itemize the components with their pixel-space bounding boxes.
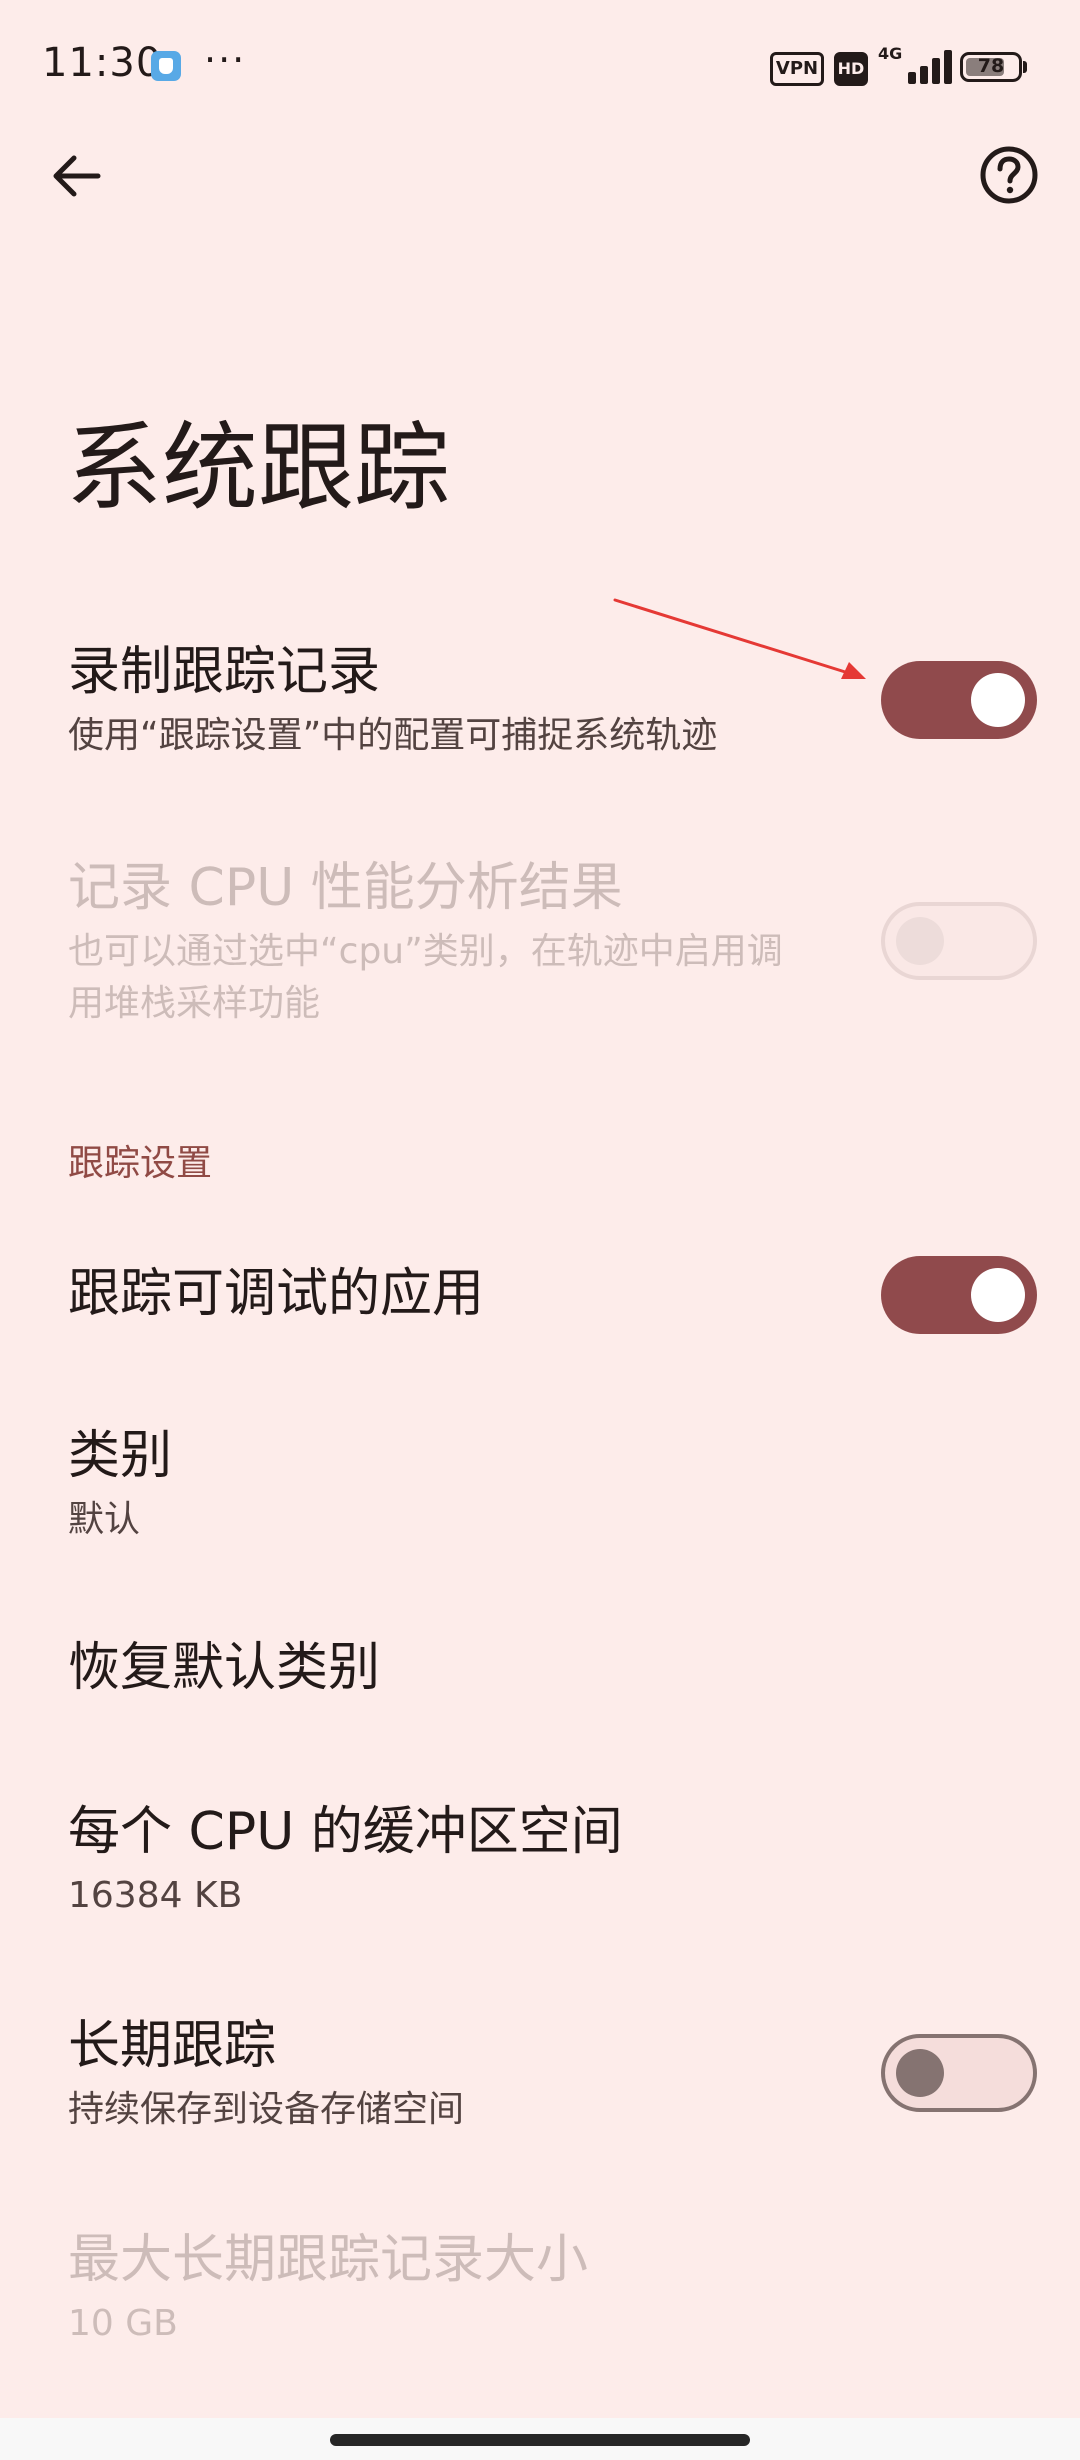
long-traces-summary: 持续保存到设备存储空间 (68, 2089, 465, 2130)
status-time: 11:30 (42, 40, 163, 86)
categories-title[interactable]: 类别 (68, 1424, 172, 1488)
record-trace-title: 录制跟踪记录 (68, 642, 381, 702)
signal-bar (932, 58, 940, 84)
back-button[interactable] (40, 136, 116, 212)
notification-app-icon (151, 51, 181, 81)
record-cpu-profiling-summary-line2: 用堆栈采样功能 (68, 983, 321, 1024)
status-bar: 11:30 ··· VPN HD 4G 78 (0, 0, 1080, 140)
gesture-handle[interactable] (330, 2434, 750, 2446)
switch-thumb (971, 673, 1025, 727)
switch-thumb (896, 917, 944, 965)
buffer-size-title[interactable]: 每个 CPU 的缓冲区空间 (68, 1800, 623, 1864)
trace-settings-section-header: 跟踪设置 (68, 1143, 213, 1184)
trace-debuggable-apps-switch[interactable] (881, 1256, 1037, 1334)
record-trace-summary: 使用“跟踪设置”中的配置可捕捉系统轨迹 (68, 715, 718, 756)
switch-thumb (971, 1268, 1025, 1322)
battery-icon: 78 (960, 52, 1022, 82)
arrow-back-icon (53, 155, 101, 197)
categories-summary: 默认 (68, 1499, 141, 1540)
battery-percent: 78 (977, 55, 1005, 77)
long-traces-title: 长期跟踪 (68, 2016, 277, 2076)
max-long-trace-size-summary: 10 GB (68, 2303, 178, 2344)
restore-default-categories[interactable]: 恢复默认类别 (68, 1636, 380, 1700)
network-type-label: 4G (878, 44, 903, 63)
record-cpu-profiling-switch (881, 902, 1037, 980)
record-cpu-profiling-summary-line1: 也可以通过选中“cpu”类别，在轨迹中启用调 (68, 931, 783, 972)
long-traces-switch[interactable] (881, 2034, 1037, 2112)
signal-bar (908, 72, 916, 84)
switch-thumb (896, 2049, 944, 2097)
record-trace-switch[interactable] (881, 661, 1037, 739)
battery-tip (1023, 61, 1027, 73)
hd-voice-icon: HD (834, 52, 868, 86)
annotation-arrow-icon (613, 598, 866, 679)
help-circle-icon (980, 146, 1038, 204)
page-title: 系统跟踪 (66, 412, 450, 524)
vpn-icon: VPN (770, 52, 824, 86)
signal-bar (920, 66, 928, 84)
more-notifications-icon: ··· (204, 38, 247, 82)
record-cpu-profiling-title: 记录 CPU 性能分析结果 (68, 858, 623, 918)
signal-bar (944, 50, 952, 84)
help-button[interactable] (978, 144, 1040, 206)
cellular-signal-icon: 4G (878, 44, 952, 86)
trace-debuggable-apps-title: 跟踪可调试的应用 (68, 1264, 485, 1324)
buffer-size-summary: 16384 KB (68, 1875, 243, 1916)
max-long-trace-size-title: 最大长期跟踪记录大小 (68, 2230, 589, 2290)
